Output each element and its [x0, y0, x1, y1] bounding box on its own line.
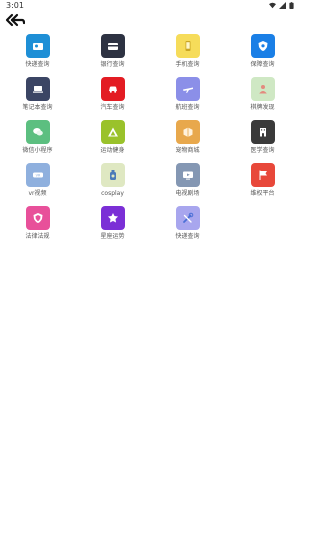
flag-icon	[259, 170, 267, 180]
grid-item-label: 微信小程序	[22, 147, 53, 154]
battery-icon	[289, 2, 294, 9]
grid-item-label: 笔记本查询	[22, 104, 53, 111]
grid-item-label: 快递查询	[25, 61, 50, 68]
phone-icon	[185, 41, 190, 51]
box-icon	[183, 127, 192, 137]
grid-item-tile[interactable]	[175, 163, 200, 187]
person-icon	[258, 85, 267, 94]
grid-item-label: 棋牌发现	[250, 104, 275, 111]
tools-icon	[182, 212, 193, 223]
grid-item-label: 快递查询	[175, 233, 200, 240]
grid-item-label: 电视剧场	[175, 190, 200, 197]
tv-icon	[182, 171, 193, 180]
grid-item-label: cosplay	[101, 190, 124, 197]
grid-item[interactable]: 星座运势	[75, 206, 150, 245]
grid-item-tile[interactable]	[100, 163, 125, 187]
grid-item[interactable]: 汽车查询	[75, 77, 150, 116]
grid-item[interactable]: VR vr视频	[0, 163, 75, 202]
grid-item[interactable]: 快递查询	[150, 206, 225, 245]
vr-icon: VR	[32, 172, 43, 178]
grid-item[interactable]: cosplay	[75, 163, 150, 202]
grid-item-tile[interactable]	[250, 77, 275, 101]
grid-item-label: 法律法规	[25, 233, 50, 240]
grid-item[interactable]: 银行查询	[75, 34, 150, 73]
grid-item[interactable]: 保障查询	[225, 34, 300, 73]
grid-item[interactable]: 微信小程序	[0, 120, 75, 159]
grid-item[interactable]: 宠物商城	[150, 120, 225, 159]
grid-item-tile[interactable]	[100, 120, 125, 144]
triangle-icon	[107, 127, 118, 137]
back-icon[interactable]	[5, 13, 25, 27]
grid-item[interactable]: 电视剧场	[150, 163, 225, 202]
grid-item-label: 星座运势	[100, 233, 125, 240]
grid-item[interactable]: 棋牌发现	[225, 77, 300, 116]
grid-item-tile[interactable]	[250, 34, 275, 58]
grid-item-label: 汽车查询	[100, 104, 125, 111]
grid-item-tile[interactable]	[100, 206, 125, 230]
building-icon	[259, 128, 266, 137]
grid-item-label: vr视频	[28, 190, 47, 197]
grid-item-tile[interactable]	[250, 163, 275, 187]
grid-item-tile[interactable]	[175, 206, 200, 230]
grid-item[interactable]: 手机查询	[150, 34, 225, 73]
grid-item-label: 航班查询	[175, 104, 200, 111]
grid-item-tile[interactable]	[100, 77, 125, 101]
grid-item-label: 宠物商城	[175, 147, 200, 154]
status-bar: 3:01	[0, 0, 300, 12]
grid-item-tile[interactable]: VR	[25, 163, 50, 187]
grid-item-tile[interactable]	[100, 34, 125, 58]
grid-item[interactable]: 笔记本查询	[0, 77, 75, 116]
grid-item-tile[interactable]	[175, 34, 200, 58]
grid-item[interactable]: 法律法规	[0, 206, 75, 245]
signal-icon	[279, 2, 286, 9]
grid-item-tile[interactable]	[25, 206, 50, 230]
law-shield-icon	[33, 213, 42, 223]
grid-item[interactable]: 维权平台	[225, 163, 300, 202]
car-icon	[108, 86, 117, 93]
wechat-icon	[32, 128, 43, 136]
star-icon	[107, 213, 118, 223]
bank-card-icon	[107, 43, 118, 50]
grid-item[interactable]: 医学查询	[225, 120, 300, 159]
grid-item-tile[interactable]	[25, 77, 50, 101]
grid-item-tile[interactable]	[25, 34, 50, 58]
grid-item-tile[interactable]	[25, 120, 50, 144]
person-card-icon	[32, 43, 43, 50]
laptop-icon	[32, 86, 43, 93]
grid-item[interactable]: 快递查询	[0, 34, 75, 73]
grid-item-tile[interactable]	[175, 120, 200, 144]
grid-item[interactable]: 航班查询	[150, 77, 225, 116]
grid-item-label: 保障查询	[250, 61, 275, 68]
grid-item-label: 维权平台	[250, 190, 275, 197]
grid-item-label: 手机查询	[175, 61, 200, 68]
shield-icon	[258, 41, 267, 51]
wifi-icon	[269, 2, 276, 9]
grid-item-label: 银行查询	[100, 61, 125, 68]
service-grid: 快递查询 银行查询 手机查询 保障查询笔记本查询 汽车查询 航班查询 棋牌发现微信小程序 运动…	[0, 34, 300, 245]
grid-item-tile[interactable]	[250, 120, 275, 144]
grid-item-label: 医学查询	[250, 147, 275, 154]
grid-item[interactable]: 运动健身	[75, 120, 150, 159]
status-icons	[269, 2, 294, 9]
svg-text:VR: VR	[35, 174, 40, 178]
plane-icon	[182, 87, 193, 93]
status-time: 3:01	[6, 1, 24, 10]
grid-item-tile[interactable]	[175, 77, 200, 101]
bottle-icon	[109, 170, 116, 180]
grid-item-label: 运动健身	[100, 147, 125, 154]
